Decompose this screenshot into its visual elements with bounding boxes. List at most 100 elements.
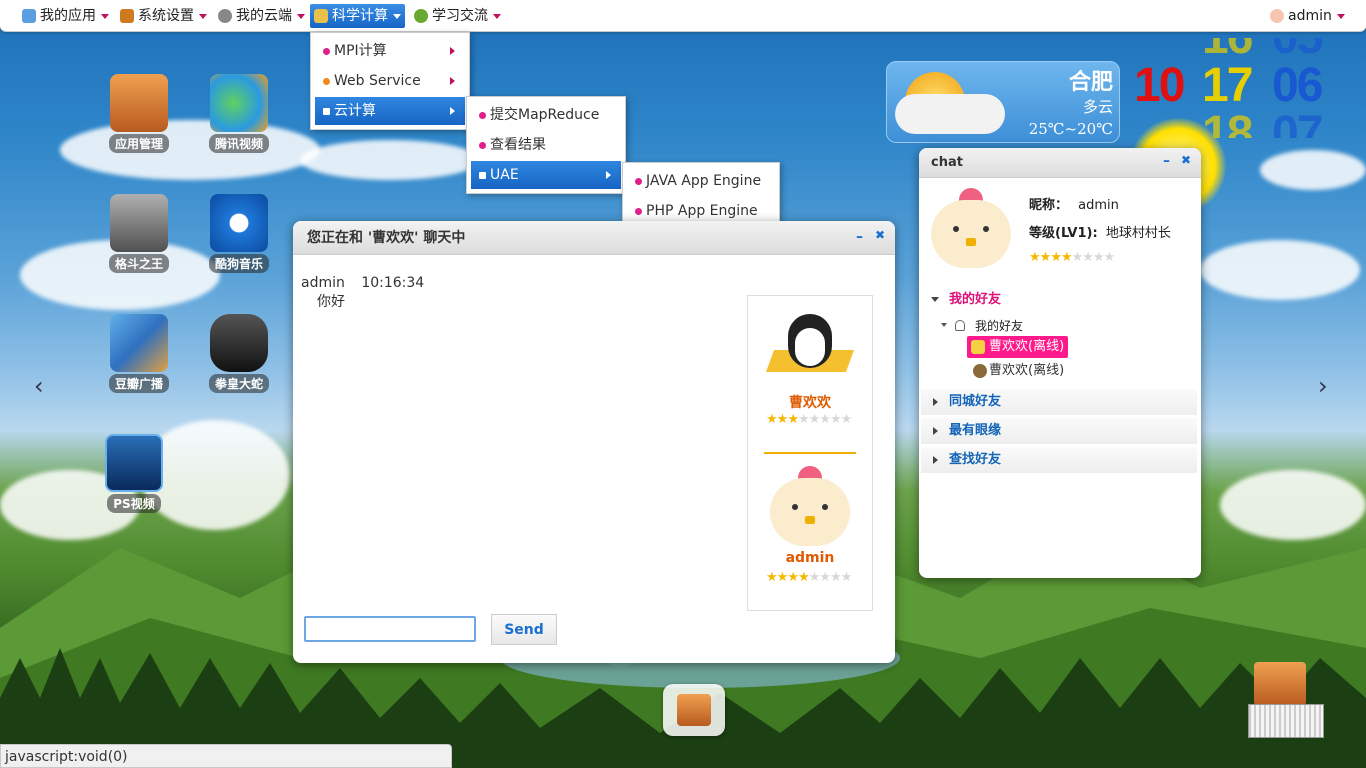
star-empty-icon: ★	[840, 412, 853, 427]
clock-minute-next: 18	[1202, 107, 1253, 138]
panel-titlebar[interactable]: chat	[919, 148, 1201, 178]
weather-condition: 多云	[1082, 98, 1113, 116]
menu-system-settings[interactable]: 系统设置	[116, 4, 211, 28]
menu-item-label: Web Service	[334, 73, 421, 89]
star-filled-icon: ★	[776, 570, 789, 585]
chevron-right-icon	[450, 77, 455, 85]
menu-item-label: JAVA App Engine	[646, 173, 762, 189]
menu-item-mpi[interactable]: MPI计算	[315, 37, 465, 65]
desktop-icon-label: 酷狗音乐	[208, 254, 269, 273]
user-menu[interactable]: admin	[1266, 4, 1349, 28]
prev-desktop-arrow[interactable]: ‹	[34, 372, 44, 400]
cloud-icon	[218, 9, 232, 23]
friend-label: 曹欢欢(离线)	[989, 339, 1065, 354]
clock-minute: 17	[1202, 59, 1253, 112]
gear-icon	[323, 47, 330, 55]
pin-icon	[479, 111, 486, 119]
menu-label: 科学计算	[332, 8, 388, 24]
mp3-icon	[110, 314, 168, 372]
panel-title: chat	[931, 155, 963, 170]
recycle-bin-icon[interactable]	[1248, 656, 1324, 740]
window-titlebar[interactable]: 您正在和 '曹欢欢' 聊天中	[293, 221, 895, 255]
divider	[764, 452, 856, 454]
friend-item-selected[interactable]: 曹欢欢(离线)	[967, 336, 1069, 358]
close-button[interactable]: ✖	[875, 228, 885, 242]
window-title: 您正在和 '曹欢欢' 聊天中	[307, 230, 466, 246]
caret-down-icon	[393, 13, 401, 19]
desktop-icon-kof-orochi[interactable]: 拳皇大蛇	[204, 314, 274, 393]
friend-avatar-icon	[973, 364, 987, 378]
star-empty-icon: ★	[1082, 250, 1094, 265]
compass-icon	[314, 9, 328, 23]
next-desktop-arrow[interactable]: ›	[1318, 372, 1328, 400]
dock-app-manager[interactable]	[663, 684, 725, 736]
menu-my-apps[interactable]: 我的应用	[18, 4, 113, 28]
message-sender: admin	[301, 275, 345, 291]
desktop-icon-ps-video[interactable]: PS视频	[99, 434, 169, 513]
menu-my-cloud[interactable]: 我的云端	[214, 4, 309, 28]
star-empty-icon: ★	[819, 570, 831, 585]
desktop-icon-tencent-video[interactable]: 腾讯视频	[204, 74, 274, 153]
desktop-icon-label: PS视频	[107, 494, 161, 513]
desktop-icon-kugou-music[interactable]: 酷狗音乐	[204, 194, 274, 273]
caret-down-icon	[199, 13, 207, 19]
message-text: 你好	[317, 294, 345, 310]
menu-item-java-app-engine[interactable]: JAVA App Engine	[627, 167, 775, 195]
flag-icon	[479, 171, 486, 179]
star-empty-icon: ★	[829, 412, 842, 427]
section-find-friends[interactable]: 查找好友	[921, 447, 1197, 473]
basket-icon	[1248, 704, 1324, 738]
menu-item-view-results[interactable]: 查看结果	[471, 131, 621, 159]
minimize-button[interactable]: –	[856, 229, 863, 245]
menu-scientific-computing[interactable]: 科学计算	[310, 4, 405, 28]
cloud-icon	[895, 94, 1005, 134]
menu-item-submit-mapreduce[interactable]: 提交MapReduce	[471, 101, 621, 129]
star-empty-icon: ★	[808, 570, 821, 585]
frog-icon	[414, 9, 428, 23]
section-same-city-friends[interactable]: 同城好友	[921, 389, 1197, 415]
flip-clock: 16 05 10 17 06 18 07	[1130, 38, 1340, 138]
close-button[interactable]: ✖	[1181, 153, 1191, 167]
menu-item-label: 云计算	[334, 103, 376, 119]
menu-label: 系统设置	[138, 8, 194, 24]
section-label: 同城好友	[949, 394, 1002, 409]
cloud	[1200, 240, 1360, 300]
menu-item-label: PHP App Engine	[646, 203, 758, 219]
section-best-match[interactable]: 最有眼缘	[921, 418, 1197, 444]
message-input[interactable]	[304, 616, 476, 642]
section-label: 查找好友	[949, 452, 1002, 467]
desktop-icon-app-manager[interactable]: 应用管理	[104, 74, 174, 153]
menu-item-cloud-computing[interactable]: 云计算	[315, 97, 465, 125]
cloud	[60, 120, 320, 180]
level-value: 地球村村长	[1105, 226, 1171, 241]
friend-item[interactable]: 曹欢欢(离线)	[967, 360, 1068, 382]
friend-group[interactable]: 我的好友	[941, 318, 1023, 334]
star-empty-icon: ★	[1103, 250, 1116, 265]
menu-item-uae[interactable]: UAE	[471, 161, 621, 189]
peer-rating-stars: ★★★★★★★★	[766, 412, 853, 427]
menu-item-web-service[interactable]: Web Service	[315, 67, 465, 95]
desktop-icon-douban-radio[interactable]: 豆瓣广播	[104, 314, 174, 393]
menu-learning-exchange[interactable]: 学习交流	[410, 4, 505, 28]
rss-icon	[323, 77, 330, 85]
send-button[interactable]: Send	[491, 614, 557, 645]
clock-hour: 10	[1134, 59, 1185, 112]
section-label: 最有眼缘	[949, 423, 1002, 438]
dropdown-cloud-computing: 提交MapReduce 查看结果 UAE	[466, 96, 626, 194]
level-row: 等级(LV1): 地球村村长	[1029, 222, 1171, 241]
desktop-icon-king-of-fighters[interactable]: 格斗之王	[104, 194, 174, 273]
minimize-button[interactable]: –	[1163, 153, 1170, 169]
dropdown-scientific-computing: MPI计算 Web Service 云计算	[310, 32, 470, 130]
star-filled-icon: ★	[1050, 250, 1062, 265]
friend-avatar-icon	[971, 340, 985, 354]
message-time: 10:16:34	[361, 275, 425, 291]
desktop-icon-label: 豆瓣广播	[108, 374, 169, 393]
star-filled-icon: ★	[766, 412, 778, 427]
section-my-friends[interactable]: 我的好友	[931, 290, 1001, 310]
play-icon	[210, 74, 268, 132]
menu-item-label: MPI计算	[334, 43, 387, 59]
my-rating-stars: ★★★★★★★★	[766, 570, 852, 585]
star-empty-icon: ★	[808, 412, 821, 427]
desktop-icon-label: 拳皇大蛇	[208, 374, 269, 393]
flag-icon	[323, 107, 330, 115]
